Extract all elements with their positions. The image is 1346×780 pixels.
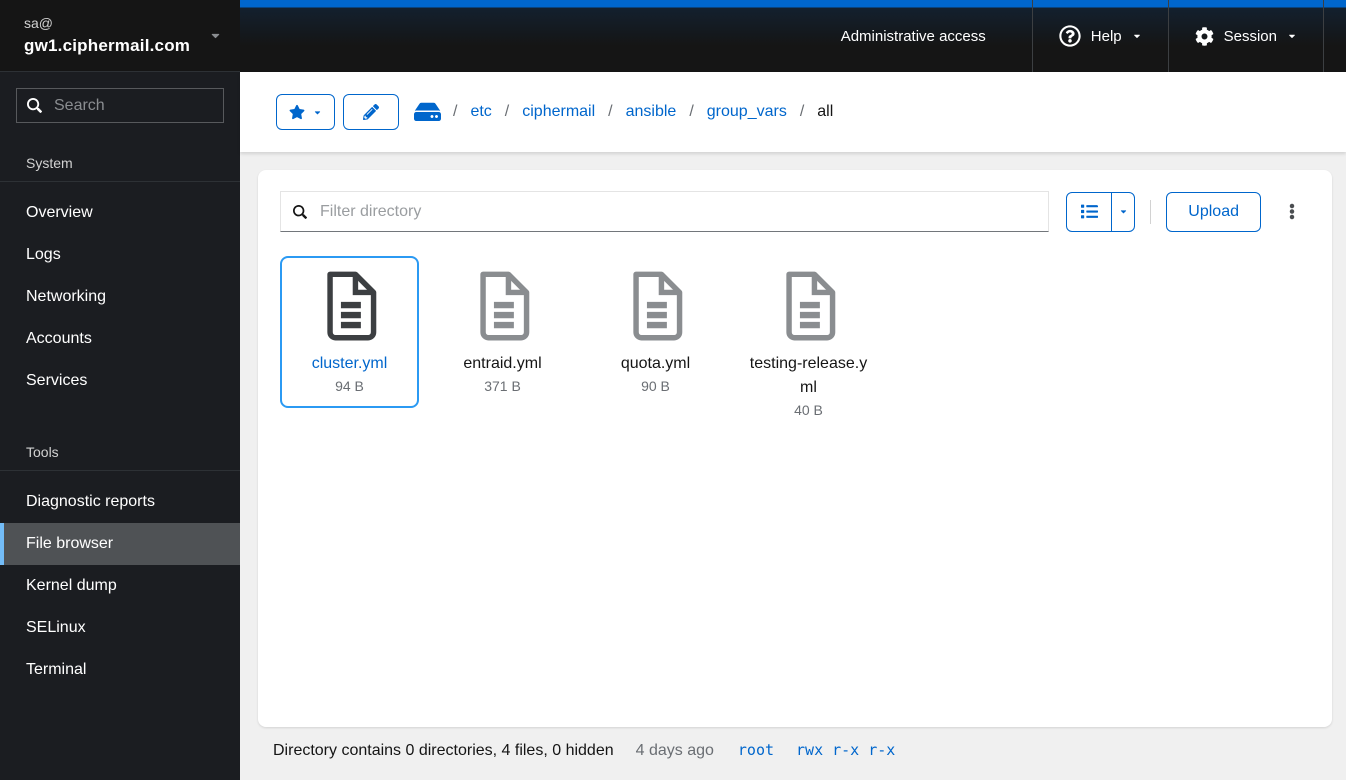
sidebar-item-diagnostic-reports[interactable]: Diagnostic reports <box>0 481 240 523</box>
file-name[interactable]: cluster.yml <box>312 352 388 376</box>
sidebar: sa@ gw1.ciphermail.com System Overview L… <box>0 0 240 780</box>
nav-items-system: Overview Logs Networking Accounts Servic… <box>0 182 240 402</box>
sidebar-nav: System Overview Logs Networking Accounts… <box>0 139 240 691</box>
file-size: 94 B <box>335 378 364 394</box>
sidebar-item-accounts[interactable]: Accounts <box>0 318 240 360</box>
caret-down-icon <box>1132 31 1142 41</box>
file-grid: cluster.yml 94 B entraid.yml 371 B quota… <box>280 256 1310 432</box>
owner-label: root <box>737 741 775 759</box>
pencil-icon <box>363 104 379 120</box>
caret-down-icon <box>313 108 322 117</box>
sidebar-item-kernel-dump[interactable]: Kernel dump <box>0 565 240 607</box>
content-area: Upload cluster.yml 94 B <box>240 152 1346 780</box>
search-field[interactable] <box>16 88 224 123</box>
nav-section-title-system: System <box>0 149 240 182</box>
breadcrumb: / etc / ciphermail / ansible / group_var… <box>453 103 833 121</box>
breadcrumb-bar: / etc / ciphermail / ansible / group_var… <box>240 72 1346 152</box>
host-switcher-labels: sa@ gw1.ciphermail.com <box>24 15 190 56</box>
administrative-access-button[interactable]: Administrative access <box>817 0 1010 72</box>
file-name[interactable]: testing-release.yml <box>747 352 870 400</box>
last-modified: 4 days ago <box>635 742 714 759</box>
masthead-spacer <box>1323 0 1346 72</box>
edit-path-button[interactable] <box>343 94 399 130</box>
star-icon <box>289 104 305 120</box>
breadcrumb-separator: / <box>504 103 510 120</box>
document-icon <box>474 270 532 342</box>
file-size: 371 B <box>484 378 521 394</box>
sidebar-item-networking[interactable]: Networking <box>0 276 240 318</box>
main-column: Administrative access Help Session / etc… <box>240 0 1346 780</box>
toolbar-divider <box>1150 199 1152 224</box>
filter-directory-input[interactable] <box>318 201 1037 222</box>
file-card-cluster[interactable]: cluster.yml 94 B <box>280 256 419 408</box>
sidebar-item-selinux[interactable]: SELinux <box>0 607 240 649</box>
list-icon[interactable] <box>1067 192 1113 231</box>
host-switcher[interactable]: sa@ gw1.ciphermail.com <box>0 0 240 72</box>
breadcrumb-current: all <box>817 103 834 120</box>
filter-field[interactable] <box>280 191 1050 232</box>
document-icon <box>780 270 838 342</box>
document-icon <box>321 270 379 342</box>
file-card-testing-release[interactable]: testing-release.yml 40 B <box>739 256 878 432</box>
username-label: sa@ <box>24 15 53 31</box>
breadcrumb-separator: / <box>608 103 613 120</box>
breadcrumb-separator: / <box>689 103 694 120</box>
nav-section-tools: Tools Diagnostic reports File browser Ke… <box>0 438 240 691</box>
file-size: 40 B <box>794 402 823 418</box>
view-mode-split-button <box>1066 191 1136 232</box>
session-label: Session <box>1223 27 1277 45</box>
permissions-other: r-x <box>868 741 896 759</box>
search-icon <box>293 204 307 219</box>
sidebar-item-overview[interactable]: Overview <box>0 192 240 234</box>
file-card-entraid[interactable]: entraid.yml 371 B <box>433 256 572 408</box>
file-browser-panel: Upload cluster.yml 94 B <box>258 170 1332 727</box>
breadcrumb-link-etc[interactable]: etc <box>470 103 491 121</box>
caret-down-icon[interactable] <box>1112 193 1134 231</box>
file-name[interactable]: entraid.yml <box>463 352 541 376</box>
question-circle-icon <box>1059 25 1081 47</box>
permissions-group: r-x <box>832 741 860 759</box>
upload-button[interactable]: Upload <box>1166 191 1261 232</box>
caret-down-icon <box>209 29 222 42</box>
caret-down-icon <box>1287 31 1297 41</box>
sidebar-search <box>16 88 224 123</box>
kebab-vertical-icon <box>1289 202 1295 221</box>
sidebar-item-logs[interactable]: Logs <box>0 234 240 276</box>
masthead: Administrative access Help Session <box>240 0 1346 72</box>
breadcrumb-link-group-vars[interactable]: group_vars <box>707 103 787 121</box>
document-icon <box>627 270 685 342</box>
permissions-owner: rwx <box>796 741 824 759</box>
help-dropdown[interactable]: Help <box>1031 0 1168 72</box>
status-footer: Directory contains 0 directories, 4 file… <box>273 741 1346 760</box>
nav-section-system: System Overview Logs Networking Accounts… <box>0 149 240 402</box>
file-name[interactable]: quota.yml <box>621 352 690 376</box>
breadcrumb-link-ciphermail[interactable]: ciphermail <box>522 103 595 121</box>
hostname-label: gw1.ciphermail.com <box>24 36 191 55</box>
file-size: 90 B <box>641 378 670 394</box>
session-dropdown[interactable]: Session <box>1167 0 1323 72</box>
gear-icon <box>1195 26 1214 46</box>
administrative-access-label: Administrative access <box>840 27 986 45</box>
nav-section-title-tools: Tools <box>0 438 240 471</box>
sidebar-item-services[interactable]: Services <box>0 360 240 402</box>
bookmarks-button[interactable] <box>276 94 335 130</box>
search-icon <box>27 98 42 113</box>
sidebar-item-terminal[interactable]: Terminal <box>0 649 240 691</box>
breadcrumb-link-ansible[interactable]: ansible <box>626 103 677 121</box>
search-input[interactable] <box>52 95 213 116</box>
directory-summary: Directory contains 0 directories, 4 file… <box>273 742 614 759</box>
hard-drive-icon[interactable] <box>414 100 441 124</box>
file-card-quota[interactable]: quota.yml 90 B <box>586 256 725 408</box>
help-label: Help <box>1090 27 1122 45</box>
toolbar: Upload <box>280 191 1310 232</box>
kebab-menu-button[interactable] <box>1274 192 1310 232</box>
nav-items-tools: Diagnostic reports File browser Kernel d… <box>0 471 240 691</box>
sidebar-item-file-browser[interactable]: File browser <box>0 523 240 565</box>
breadcrumb-separator: / <box>453 103 458 120</box>
breadcrumb-separator: / <box>799 103 805 120</box>
